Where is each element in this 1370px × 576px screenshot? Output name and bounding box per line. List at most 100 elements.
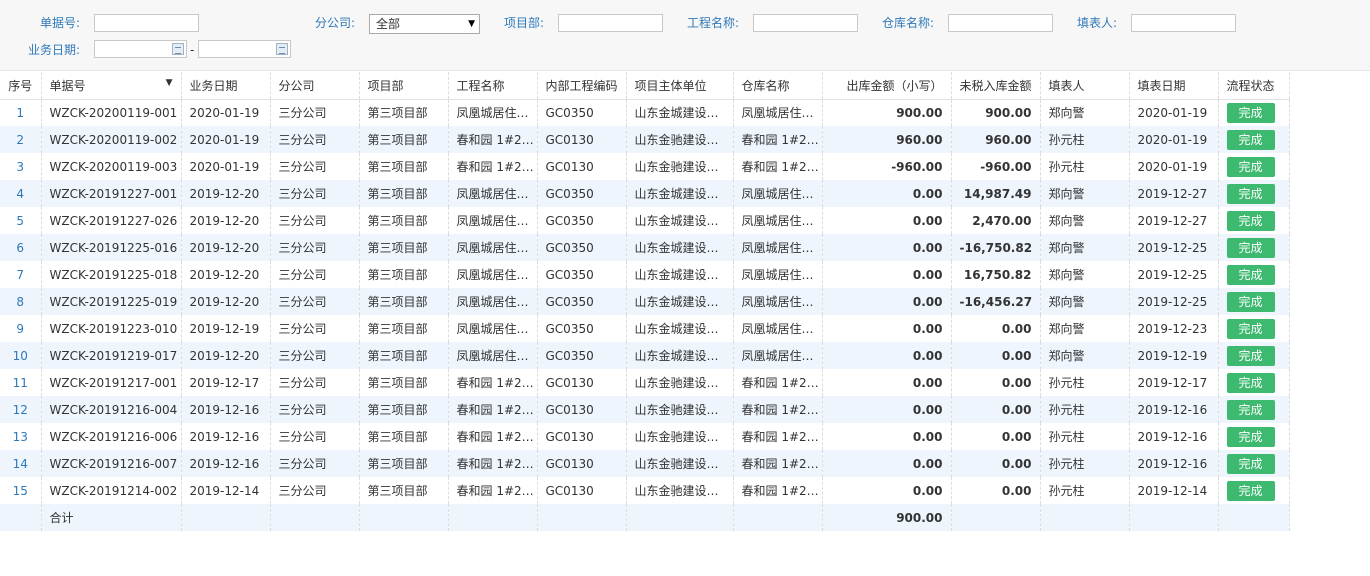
table-row[interactable]: 14 WZCK-20191216-007 2019-12-16 三分公司 第三项目部 春和… (0, 450, 1290, 477)
status-badge[interactable]: 完成 (1226, 399, 1275, 420)
row-index[interactable]: 14 (0, 450, 42, 477)
col-header-project-name[interactable]: 工程名称 (448, 72, 538, 100)
col-header-status[interactable]: 流程状态 (1218, 72, 1290, 100)
summary-empty-cell (733, 504, 823, 531)
table-row[interactable]: 6 WZCK-20191225-016 2019-12-20 三分公司 第三项目部 凤凰城… (0, 234, 1290, 261)
owner-unit-cell: 山东金驰建设… (626, 126, 734, 153)
row-index[interactable]: 10 (0, 342, 42, 369)
col-header-doc-no[interactable]: 单据号 ▼ (41, 72, 182, 100)
status-badge[interactable]: 完成 (1226, 453, 1275, 474)
table-row[interactable]: 5 WZCK-20191227-026 2019-12-20 三分公司 第三项目部 凤凰城… (0, 207, 1290, 234)
status-badge[interactable]: 完成 (1226, 102, 1275, 123)
status-badge[interactable]: 完成 (1226, 156, 1275, 177)
biz-date-cell: 2020-01-19 (181, 126, 271, 153)
table-row[interactable]: 10 WZCK-20191219-017 2019-12-20 三分公司 第三项目部 凤凰… (0, 342, 1290, 369)
status-cell: 完成 (1218, 369, 1290, 396)
row-index[interactable]: 1 (0, 99, 42, 126)
row-index[interactable]: 13 (0, 423, 42, 450)
filler-cell: 郑向警 (1040, 288, 1130, 315)
warehouse-input[interactable] (948, 14, 1053, 32)
status-badge[interactable]: 完成 (1226, 129, 1275, 150)
table-row[interactable]: 7 WZCK-20191225-018 2019-12-20 三分公司 第三项目部 凤凰城… (0, 261, 1290, 288)
doc-no-cell: WZCK-20200119-003 (41, 153, 182, 180)
row-index[interactable]: 15 (0, 477, 42, 504)
status-badge[interactable]: 完成 (1226, 183, 1275, 204)
warehouse-cell: 春和园 1#2… (733, 423, 823, 450)
table-row[interactable]: 4 WZCK-20191227-001 2019-12-20 三分公司 第三项目部 凤凰城… (0, 180, 1290, 207)
biz-date-cell: 2019-12-20 (181, 342, 271, 369)
sort-caret-icon[interactable]: ▼ (166, 78, 173, 88)
status-badge[interactable]: 完成 (1226, 345, 1275, 366)
table-row[interactable]: 11 WZCK-20191217-001 2019-12-17 三分公司 第三项目部 春和… (0, 369, 1290, 396)
status-badge[interactable]: 完成 (1226, 372, 1275, 393)
project-dept-cell: 第三项目部 (359, 234, 449, 261)
row-index[interactable]: 12 (0, 396, 42, 423)
calendar-icon[interactable] (172, 43, 184, 55)
col-header-branch[interactable]: 分公司 (270, 72, 360, 100)
biz-date-cell: 2020-01-19 (181, 99, 271, 126)
row-index[interactable]: 8 (0, 288, 42, 315)
row-index[interactable]: 7 (0, 261, 42, 288)
out-amount-cell: 0.00 (822, 207, 952, 234)
biz-date-cell: 2019-12-20 (181, 180, 271, 207)
table-row[interactable]: 2 WZCK-20200119-002 2020-01-19 三分公司 第三项目部 春和园… (0, 126, 1290, 153)
project-name-input[interactable] (753, 14, 858, 32)
table-row[interactable]: 9 WZCK-20191223-010 2019-12-19 三分公司 第三项目部 凤凰城… (0, 315, 1290, 342)
col-header-index[interactable]: 序号 (0, 72, 42, 100)
doc-no-cell: WZCK-20191214-002 (41, 477, 182, 504)
biz-date-start-input[interactable] (94, 40, 187, 58)
status-badge[interactable]: 完成 (1226, 480, 1275, 501)
in-amount-cell: 0.00 (951, 369, 1041, 396)
status-cell: 完成 (1218, 396, 1290, 423)
branch-select[interactable]: 全部 ▼ (369, 14, 480, 34)
warehouse-cell: 春和园 1#2… (733, 369, 823, 396)
row-index[interactable]: 11 (0, 369, 42, 396)
doc-no-cell: WZCK-20191225-016 (41, 234, 182, 261)
row-index[interactable]: 6 (0, 234, 42, 261)
project-name-cell: 凤凰城居住… (448, 315, 538, 342)
table-row[interactable]: 1 WZCK-20200119-001 2020-01-19 三分公司 第三项目部 凤凰城… (0, 99, 1290, 126)
in-amount-cell: 16,750.82 (951, 261, 1041, 288)
summary-empty-cell (537, 504, 627, 531)
col-header-owner-unit[interactable]: 项目主体单位 (626, 72, 734, 100)
table-row[interactable]: 8 WZCK-20191225-019 2019-12-20 三分公司 第三项目部 凤凰城… (0, 288, 1290, 315)
status-badge[interactable]: 完成 (1226, 210, 1275, 231)
summary-empty-cell (1218, 504, 1290, 531)
status-badge[interactable]: 完成 (1226, 426, 1275, 447)
project-dept-input[interactable] (558, 14, 663, 32)
row-index[interactable]: 4 (0, 180, 42, 207)
in-amount-cell: 0.00 (951, 450, 1041, 477)
status-badge[interactable]: 完成 (1226, 264, 1275, 285)
row-index[interactable]: 2 (0, 126, 42, 153)
col-header-warehouse[interactable]: 仓库名称 (733, 72, 823, 100)
table-row[interactable]: 12 WZCK-20191216-004 2019-12-16 三分公司 第三项目部 春和… (0, 396, 1290, 423)
status-badge[interactable]: 完成 (1226, 291, 1275, 312)
internal-code-cell: GC0130 (537, 477, 627, 504)
table-row[interactable]: 13 WZCK-20191216-006 2019-12-16 三分公司 第三项目部 春和… (0, 423, 1290, 450)
col-header-filler[interactable]: 填表人 (1040, 72, 1130, 100)
col-header-fill-date[interactable]: 填表日期 (1129, 72, 1219, 100)
col-header-internal-code[interactable]: 内部工程编码 (537, 72, 627, 100)
table-row[interactable]: 3 WZCK-20200119-003 2020-01-19 三分公司 第三项目部 春和园… (0, 153, 1290, 180)
project-name-cell: 春和园 1#2… (448, 126, 538, 153)
table-row[interactable]: 15 WZCK-20191214-002 2019-12-14 三分公司 第三项目部 春和… (0, 477, 1290, 504)
col-header-in-amount[interactable]: 未税入库金额 (951, 72, 1041, 100)
owner-unit-cell: 山东金城建设… (626, 180, 734, 207)
project-dept-cell: 第三项目部 (359, 261, 449, 288)
filler-input[interactable] (1131, 14, 1236, 32)
row-index[interactable]: 5 (0, 207, 42, 234)
row-index[interactable]: 9 (0, 315, 42, 342)
row-index[interactable]: 3 (0, 153, 42, 180)
col-header-project-dept[interactable]: 项目部 (359, 72, 449, 100)
out-amount-cell: 0.00 (822, 450, 952, 477)
doc-no-input[interactable] (94, 14, 199, 32)
summary-out-amount: 900.00 (822, 504, 952, 531)
col-header-out-amount[interactable]: 出库金额（小写） (822, 72, 952, 100)
biz-date-end-input[interactable] (198, 40, 291, 58)
calendar-icon[interactable] (276, 43, 288, 55)
status-badge[interactable]: 完成 (1226, 318, 1275, 339)
status-badge[interactable]: 完成 (1226, 237, 1275, 258)
owner-unit-cell: 山东金城建设… (626, 315, 734, 342)
col-header-biz-date[interactable]: 业务日期 (181, 72, 271, 100)
branch-cell: 三分公司 (270, 396, 360, 423)
